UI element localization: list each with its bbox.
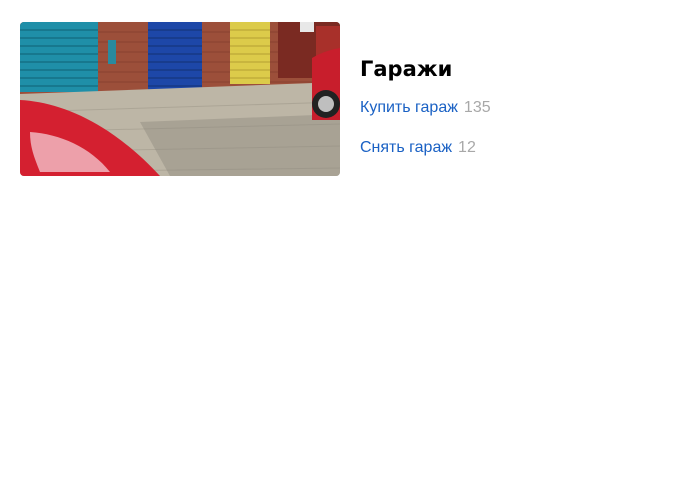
rent-garage-row: Снять гараж 12 [360,138,491,158]
rent-garage-link[interactable]: Снять гараж [360,139,452,156]
buy-garage-link[interactable]: Купить гараж [360,99,458,116]
category-title[interactable]: Гаражи [360,56,491,82]
buy-garage-row: Купить гараж 135 [360,98,491,118]
buy-garage-count: 135 [463,99,491,116]
garage-photo[interactable] [20,22,340,176]
category-info: Гаражи Купить гараж 135 Снять гараж 12 [360,22,491,178]
category-card: Гаражи Купить гараж 135 Снять гараж 12 [20,22,491,178]
rent-garage-count: 12 [458,139,476,156]
